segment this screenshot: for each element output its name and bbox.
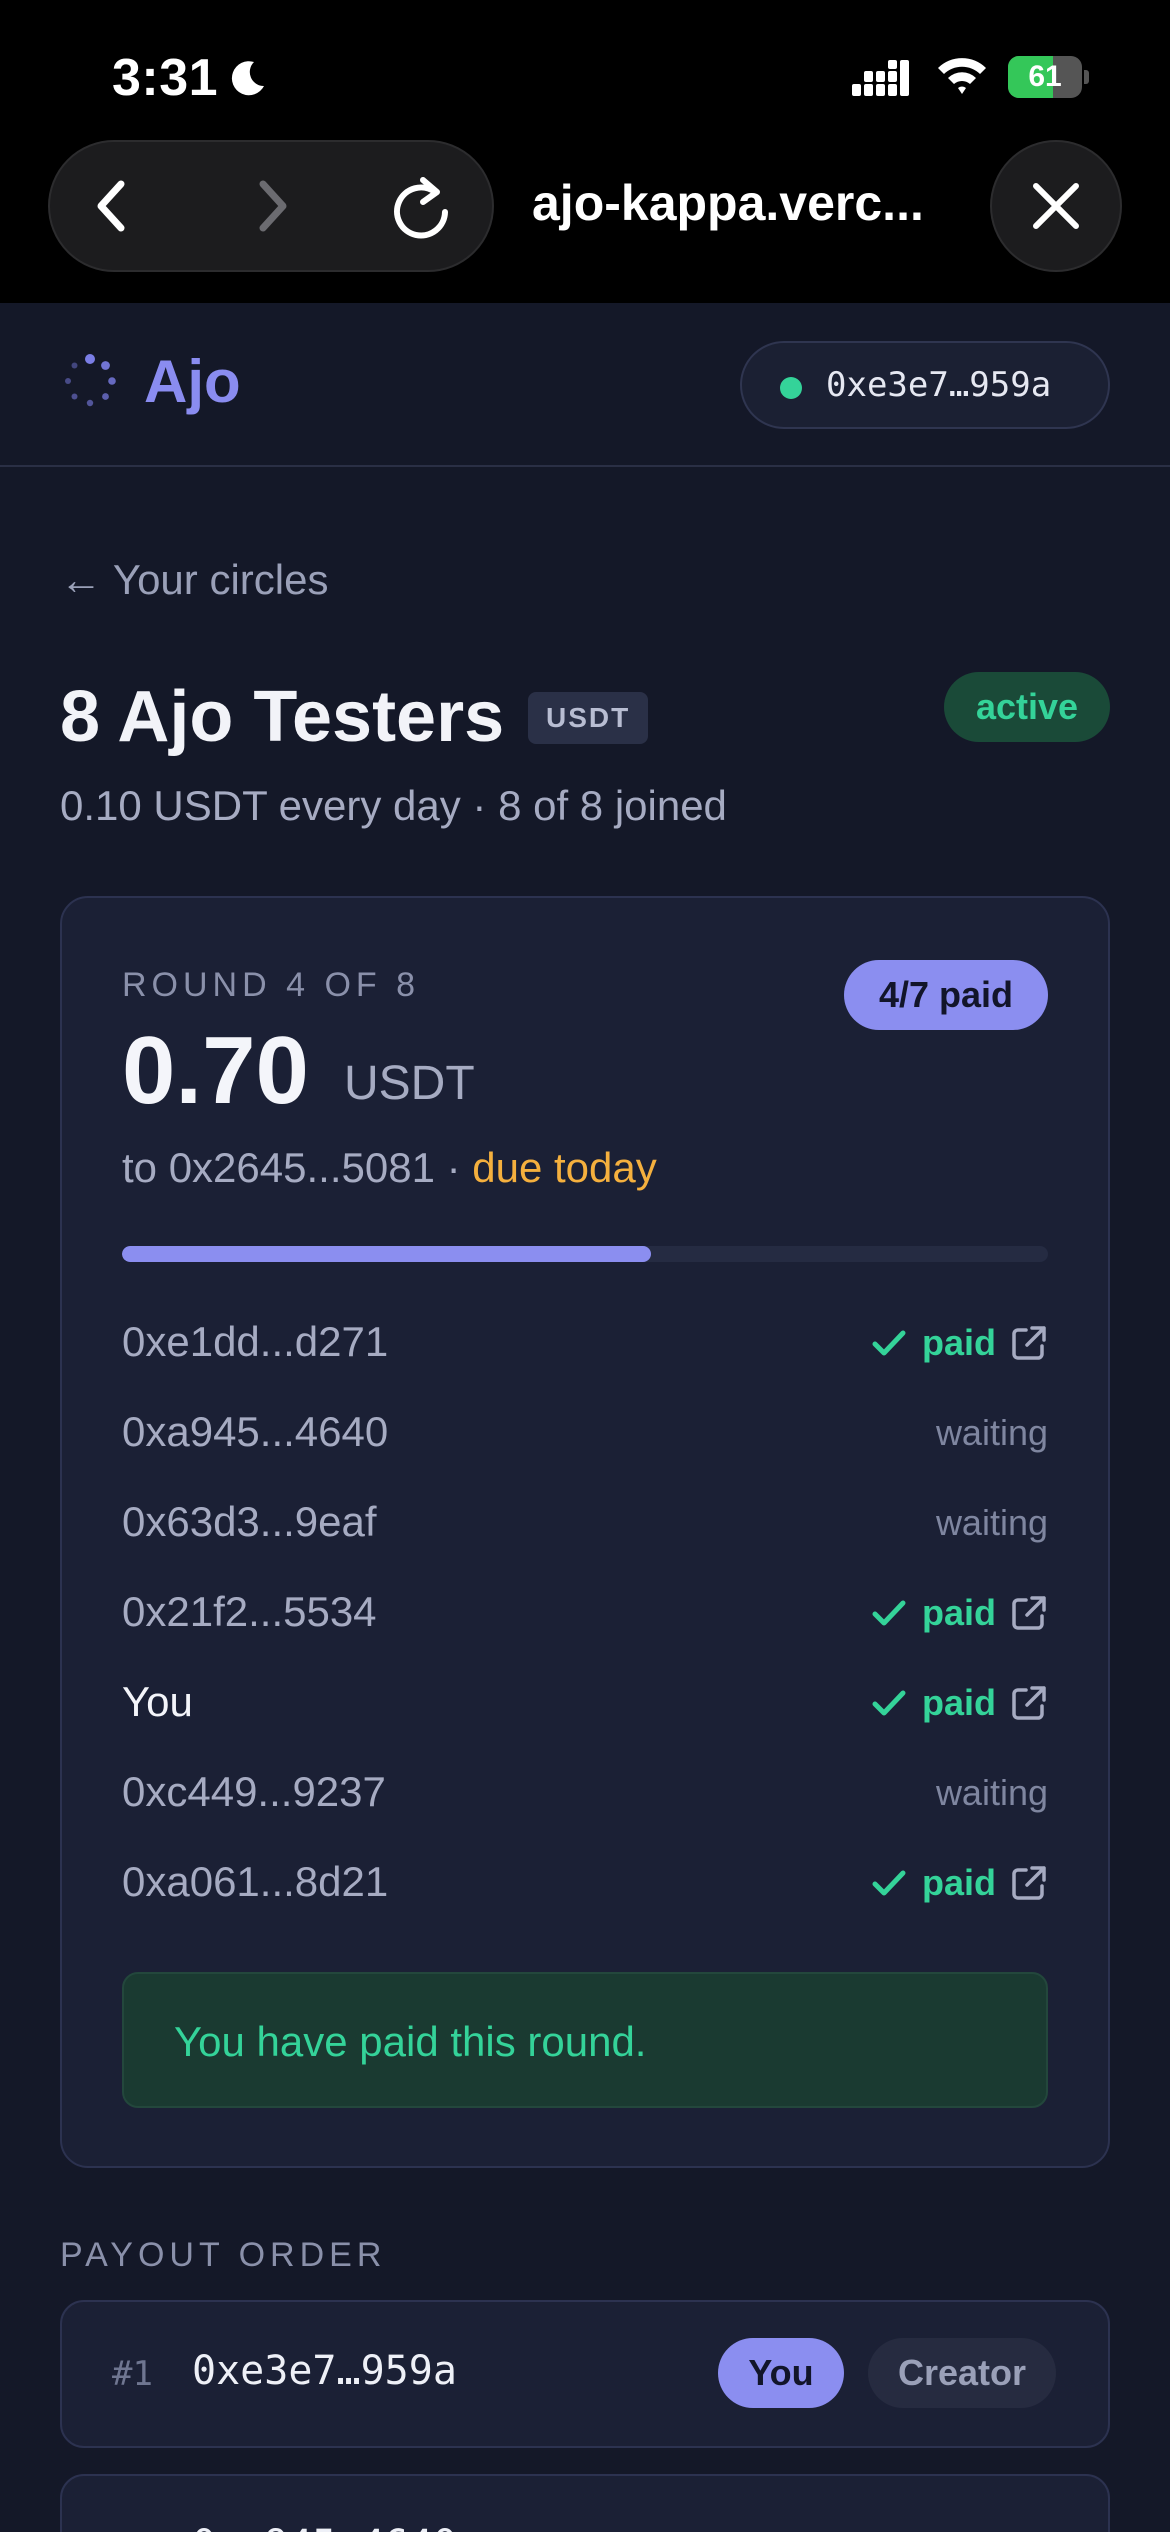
external-link-icon[interactable] [1010,1594,1048,1632]
member-address: You [122,1678,193,1725]
payout-entry: #1 0xe3e7…959a You Creator [60,2300,1110,2448]
check-icon [872,1330,906,1356]
close-icon [1033,183,1079,229]
member-row: 0x63d3...9eaf waiting [122,1478,1048,1568]
paid-status: paid [921,1862,996,1903]
member-address: 0xc449...9237 [122,1768,386,1815]
member-row: 0xc449...9237 waiting [122,1748,1048,1838]
round-amount-unit: USDT [344,1057,475,1110]
forward-button[interactable] [216,142,326,270]
member-address: 0x63d3...9eaf [122,1498,377,1545]
external-link-icon[interactable] [1010,1324,1048,1362]
round-recipient: to 0x2645...5081 · due today [122,1144,657,1192]
back-button[interactable] [58,142,168,270]
browser-nav-group [48,140,494,272]
member-address: 0x21f2...5534 [122,1588,377,1635]
battery-indicator: 61 [1008,56,1089,98]
member-list: 0xe1dd...d271 paid 0xa945...4640 waiting 0x6… [122,1298,1048,1928]
member-status: paid [870,1862,1048,1904]
wallet-button[interactable]: 0xe3e7…959a [740,341,1110,429]
paid-status: paid [921,1592,996,1633]
app-header: Ajo 0xe3e7…959a [0,303,1170,467]
check-icon [872,1690,906,1716]
wallet-address: 0xe3e7…959a [826,365,1052,405]
waiting-status: waiting [935,1772,1048,1813]
member-status: paid [870,1592,1048,1634]
paid-count-badge: 4/7 paid [844,960,1048,1030]
status-time: 3:31 [112,49,219,107]
chevron-left-icon [97,180,125,232]
member-status: waiting [936,1772,1048,1814]
app-name[interactable]: Ajo [144,347,241,416]
member-row: 0xa061...8d21 paid [122,1838,1048,1928]
moon-icon [231,61,264,96]
creator-tag: Creator [868,2338,1056,2408]
paid-notice: You have paid this round. [122,1972,1048,2108]
cellular-signal-icon [852,60,909,96]
reload-button[interactable] [366,142,476,270]
browser-chrome: 3:31 61 ajo-kappa.verc... [0,0,1170,303]
member-row: 0xa945...4640 waiting [122,1388,1048,1478]
member-row: You paid [122,1658,1048,1748]
you-tag: You [718,2338,844,2408]
member-status: waiting [936,1502,1048,1544]
member-status: paid [870,1322,1048,1364]
back-to-circles-link[interactable]: ← Your circles [60,556,328,604]
member-status: paid [870,1682,1048,1724]
member-row: 0xe1dd...d271 paid [122,1298,1048,1388]
round-progress-fill [122,1246,651,1262]
waiting-status: waiting [935,1502,1048,1543]
member-address: 0xe1dd...d271 [122,1318,389,1365]
paid-status: paid [921,1682,996,1723]
member-row: 0x21f2...5534 paid [122,1568,1048,1658]
payout-position: #2 [112,2528,153,2532]
round-card: ROUND 4 OF 8 4/7 paid 0.70 USDT to 0x264… [60,896,1110,2168]
status-badge: active [944,672,1110,742]
circle-subtitle: 0.10 USDT every day · 8 of 8 joined [60,782,727,829]
due-label: due today [472,1144,657,1191]
waiting-status: waiting [935,1412,1048,1453]
round-label: ROUND 4 OF 8 [122,966,421,1004]
logo-icon [65,354,116,407]
token-badge: USDT [528,692,649,744]
wallet-connected-dot [780,377,802,399]
check-icon [872,1600,906,1626]
battery-percent: 61 [1028,60,1062,93]
payout-position: #1 [112,2354,153,2394]
payout-address: 0xe3e7…959a [192,2348,457,2394]
recipient-address: to 0x2645...5081 · [122,1144,473,1191]
external-link-icon[interactable] [1010,1864,1048,1902]
member-address: 0xa061...8d21 [122,1858,389,1905]
round-amount: 0.70 [122,1017,309,1124]
paid-status: paid [921,1322,996,1363]
reload-icon [394,177,448,239]
chevron-right-icon [259,180,287,232]
payout-entry: #2 0xa945…4640 [60,2474,1110,2532]
page-title: 8 Ajo Testers [60,677,505,757]
round-progress-bar [122,1246,1048,1262]
url-bar[interactable]: ajo-kappa.verc... [532,174,924,232]
wifi-icon [938,58,986,94]
paid-notice-text: You have paid this round. [174,2018,647,2065]
payout-order-label: PAYOUT ORDER [60,2236,387,2274]
member-status: waiting [936,1412,1048,1454]
payout-address: 0xa945…4640 [192,2522,457,2532]
external-link-icon[interactable] [1010,1684,1048,1722]
member-address: 0xa945...4640 [122,1408,389,1455]
check-icon [872,1870,906,1896]
close-browser-button[interactable] [990,140,1122,272]
